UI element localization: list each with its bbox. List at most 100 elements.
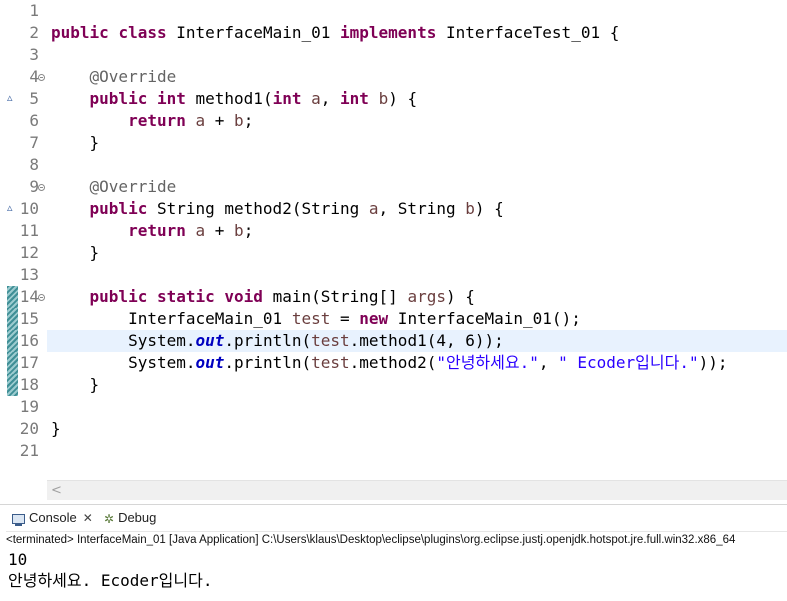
code-line[interactable]: 18 } — [0, 374, 787, 396]
collapse-icon[interactable] — [38, 294, 45, 301]
code-line[interactable]: 11 return a + b; — [0, 220, 787, 242]
scroll-left-icon[interactable]: < — [51, 481, 62, 500]
gutter-cell[interactable]: 9 — [0, 176, 47, 198]
gutter-cell[interactable]: 11 — [0, 220, 47, 242]
gutter-cell[interactable]: 21 — [0, 440, 47, 462]
code-line[interactable]: 12 } — [0, 242, 787, 264]
gutter-cell[interactable]: 7 — [0, 132, 47, 154]
code-line[interactable]: 17 System.out.println(test.method2("안녕하세… — [0, 352, 787, 374]
code-text[interactable]: public static void main(String[] args) { — [51, 286, 475, 308]
java-editor[interactable]: 1 2 public class InterfaceMain_01 implemen… — [0, 0, 787, 500]
code-text[interactable]: @Override — [51, 66, 177, 88]
code-text[interactable]: System.out.println(test.method2("안녕하세요."… — [51, 352, 727, 374]
code-line[interactable]: ▵ 10 public String method2(String a, Stri… — [0, 198, 787, 220]
code-line[interactable]: 6 return a + b; — [0, 110, 787, 132]
line-number: 6 — [29, 111, 39, 130]
token-kw: public — [89, 89, 148, 108]
code-line[interactable]: 8 — [0, 154, 787, 176]
code-line[interactable]: 21 — [0, 440, 787, 462]
console-output-line[interactable]: 안녕하세요. Ecoder입니다. — [8, 570, 212, 592]
code-line[interactable]: 4 @Override — [0, 66, 787, 88]
token-var: test — [311, 353, 350, 372]
code-text[interactable]: public String method2(String a, String b… — [51, 198, 504, 220]
token-kw: implements — [340, 23, 437, 42]
line-number: 16 — [19, 331, 39, 350]
token-kw: public — [89, 199, 148, 218]
override-marker-icon[interactable]: ▵ — [7, 91, 13, 105]
gutter-cell[interactable]: 6 — [0, 110, 47, 132]
gutter-cell[interactable]: 4 — [0, 66, 47, 88]
token-fld: out — [195, 331, 225, 350]
code-line[interactable]: 2 public class InterfaceMain_01 implement… — [0, 22, 787, 44]
code-text[interactable]: public int method1(int a, int b) { — [51, 88, 418, 110]
code-line[interactable]: 13 — [0, 264, 787, 286]
console-output-line[interactable]: 10 — [8, 549, 27, 571]
token: , — [320, 89, 341, 108]
code-text[interactable]: return a + b; — [51, 220, 253, 242]
token: ) { — [388, 89, 418, 108]
token-var: test — [311, 331, 350, 350]
gutter-cell[interactable]: ▵ 10 — [0, 198, 47, 220]
code-line[interactable]: 3 — [0, 44, 787, 66]
token: InterfaceMain_01 — [166, 23, 340, 42]
code-text[interactable]: } — [51, 374, 100, 396]
token-kw: public — [89, 287, 148, 306]
code-line[interactable]: 20} — [0, 418, 787, 440]
gutter-cell[interactable]: 19 — [0, 396, 47, 418]
override-marker-icon[interactable]: ▵ — [7, 201, 13, 215]
token: , String — [378, 199, 466, 218]
code-text[interactable]: return a + b; — [51, 110, 253, 132]
token: String method2(String — [147, 199, 369, 218]
gutter-cell[interactable]: 17 — [0, 352, 47, 374]
gutter-cell[interactable]: 14 — [0, 286, 47, 308]
code-text[interactable]: @Override — [51, 176, 177, 198]
code-line[interactable]: 15 InterfaceMain_01 test = new Interface… — [0, 308, 787, 330]
gutter-cell[interactable]: 16 — [0, 330, 47, 352]
code-line[interactable]: 16 System.out.println(test.method1(4, 6)… — [0, 330, 787, 352]
horizontal-scrollbar[interactable]: < — [47, 480, 787, 500]
code-text[interactable]: InterfaceMain_01 test = new InterfaceMai… — [51, 308, 581, 330]
token: method1( — [185, 89, 273, 108]
token: ; — [243, 221, 254, 240]
gutter-cell[interactable]: 8 — [0, 154, 47, 176]
code-line[interactable]: 19 — [0, 396, 787, 418]
line-number: 2 — [29, 23, 39, 42]
token-var: a — [311, 89, 321, 108]
code-text[interactable]: public class InterfaceMain_01 implements… — [51, 22, 619, 44]
token: InterfaceMain_01 — [51, 309, 292, 328]
gutter-cell[interactable]: 3 — [0, 44, 47, 66]
gutter-cell[interactable]: 1 — [0, 0, 47, 22]
code-line[interactable]: 9 @Override — [0, 176, 787, 198]
gutter-cell[interactable]: 13 — [0, 264, 47, 286]
code-text[interactable]: } — [51, 418, 61, 440]
code-text[interactable]: } — [51, 242, 100, 264]
code-line[interactable]: 7 } — [0, 132, 787, 154]
gutter-cell[interactable]: ▵ 5 — [0, 88, 47, 110]
debug-icon: ✲ — [104, 511, 115, 526]
console-tab-bar: Console ✕ ✲ Debug — [0, 504, 787, 530]
gutter-cell[interactable]: 18 — [0, 374, 47, 396]
collapse-icon[interactable] — [38, 74, 45, 81]
code-line[interactable]: 14 public static void main(String[] args… — [0, 286, 787, 308]
close-icon[interactable]: ✕ — [83, 511, 93, 525]
gutter-cell[interactable]: 12 — [0, 242, 47, 264]
gutter-cell[interactable]: 2 — [0, 22, 47, 44]
token: } — [51, 133, 100, 152]
tab-debug[interactable]: ✲ Debug — [104, 505, 156, 531]
tab-console[interactable]: Console ✕ — [12, 505, 93, 531]
code-line[interactable]: 1 — [0, 0, 787, 22]
token-ann: @Override — [89, 177, 177, 196]
code-text[interactable]: } — [51, 132, 100, 154]
gutter-cell[interactable]: 15 — [0, 308, 47, 330]
token: = — [330, 309, 360, 328]
code-text[interactable]: System.out.println(test.method1(4, 6)); — [51, 330, 504, 352]
gutter-cell[interactable]: 20 — [0, 418, 47, 440]
code-line[interactable]: ▵ 5 public int method1(int a, int b) { — [0, 88, 787, 110]
occurrence-marker — [7, 374, 18, 396]
collapse-icon[interactable] — [38, 184, 45, 191]
